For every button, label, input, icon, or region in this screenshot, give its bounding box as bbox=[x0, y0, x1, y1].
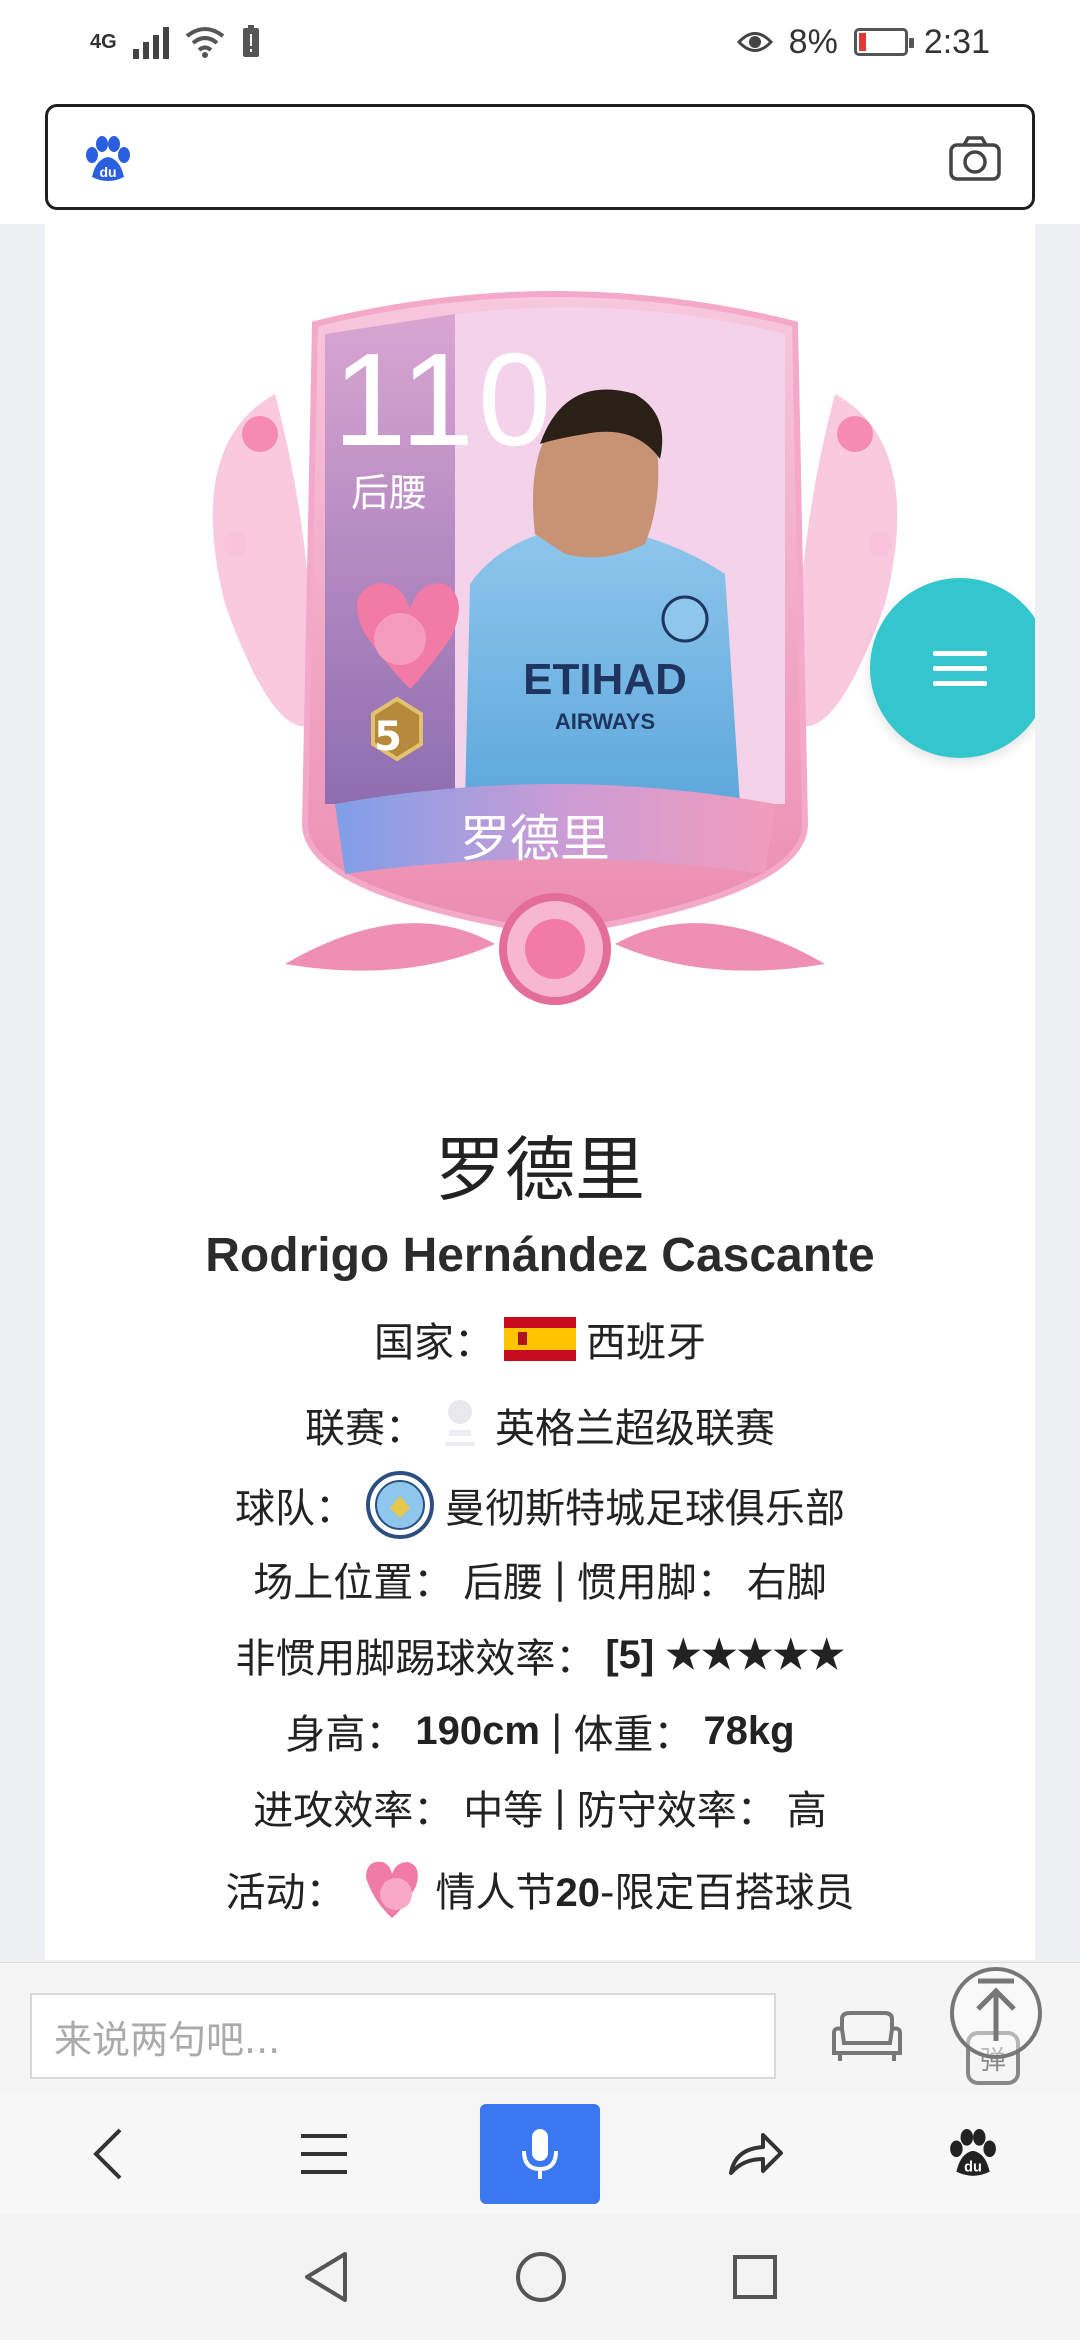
attack-label: 进攻效率： bbox=[253, 1788, 454, 1834]
position-label: 场上位置： bbox=[253, 1560, 454, 1606]
work-rate-row: 进攻效率： 中等 | 防守效率： 高 bbox=[45, 1778, 1035, 1836]
card-position: 后腰 bbox=[351, 471, 428, 515]
event-row: 活动： 情人节20-限定百搭球员 bbox=[45, 1854, 1035, 1924]
eye-icon bbox=[736, 32, 773, 52]
weight-label: 体重： bbox=[573, 1712, 694, 1758]
comment-input[interactable]: 来说两句吧... bbox=[30, 1993, 776, 2079]
camera-icon[interactable] bbox=[948, 135, 1002, 183]
svg-text:du: du bbox=[964, 2160, 982, 2176]
spain-flag-icon bbox=[504, 1317, 576, 1361]
club-badge-icon bbox=[366, 1471, 434, 1539]
comment-bar: 来说两句吧... 弹 bbox=[0, 1962, 1080, 2094]
height-value: 190cm bbox=[415, 1708, 540, 1753]
defense-value: 高 bbox=[786, 1788, 827, 1834]
player-name-en: Rodrigo Hernández Cascante bbox=[205, 1229, 875, 1282]
separator: | bbox=[549, 1708, 564, 1754]
player-detail-panel: ETIHAD AIRWAYS 110 后腰 5 罗德里 罗德里 Rodrigo … bbox=[45, 224, 1035, 1960]
position-foot-row: 场上位置： 后腰 | 惯用脚： 右脚 bbox=[45, 1550, 1035, 1608]
baidu-home-icon: du bbox=[950, 2129, 996, 2176]
signal-icon bbox=[132, 25, 169, 59]
alert-battery-icon bbox=[242, 25, 259, 57]
battery-icon bbox=[853, 28, 914, 56]
country-row: 国家： 西班牙 bbox=[45, 1310, 1035, 1368]
foot-label: 惯用脚： bbox=[576, 1560, 737, 1606]
scroll-top-icon[interactable] bbox=[948, 1965, 1080, 2105]
position-value: 后腰 bbox=[463, 1560, 544, 1606]
menu-lines-icon bbox=[301, 2134, 347, 2174]
league-label: 联赛： bbox=[305, 1406, 425, 1452]
battery-percent: 8% bbox=[788, 22, 838, 61]
share-button[interactable] bbox=[696, 2104, 816, 2204]
weak-foot-value: [5] ★★★★★ bbox=[605, 1633, 845, 1677]
event-label: 活动： bbox=[225, 1870, 346, 1916]
weak-foot-row: 非惯用脚踢球效率： [5] ★★★★★ bbox=[45, 1626, 1035, 1684]
separator: | bbox=[553, 1556, 567, 1602]
card-rating: 110 bbox=[333, 326, 556, 473]
defense-label: 防守效率： bbox=[576, 1788, 777, 1834]
player-name-cn: 罗德里 bbox=[435, 1129, 645, 1211]
back-button[interactable] bbox=[48, 2104, 168, 2204]
baidu-paw-icon[interactable]: du bbox=[82, 135, 132, 185]
status-left: 4G bbox=[90, 25, 261, 59]
voice-search-button[interactable] bbox=[480, 2104, 600, 2204]
system-nav-bar bbox=[0, 2214, 1080, 2340]
height-label: 身高： bbox=[285, 1712, 406, 1758]
card-player-name: 罗德里 bbox=[460, 810, 610, 868]
separator: | bbox=[553, 1784, 567, 1830]
height-weight-row: 身高： 190cm | 体重： 78kg bbox=[45, 1702, 1035, 1760]
search-input[interactable]: du bbox=[45, 104, 1035, 210]
sofa-icon[interactable] bbox=[830, 2007, 904, 2067]
premier-league-icon bbox=[445, 1400, 475, 1446]
svg-text:ETIHAD: ETIHAD bbox=[523, 655, 687, 704]
country-label: 国家： bbox=[374, 1320, 494, 1366]
card-level-badge: 5 bbox=[374, 714, 402, 760]
baidu-home-button[interactable]: du bbox=[912, 2104, 1032, 2204]
browser-toolbar: du bbox=[0, 2094, 1080, 2214]
team-row: 球队： 曼彻斯特城足球俱乐部 bbox=[45, 1470, 1035, 1540]
foot-value: 右脚 bbox=[746, 1560, 827, 1606]
search-header: du bbox=[0, 84, 1080, 224]
share-icon bbox=[729, 2133, 783, 2175]
back-icon bbox=[93, 2128, 122, 2180]
league-row: 联赛： 英格兰超级联赛 bbox=[45, 1390, 1035, 1460]
status-bar: 4G 8% 2:31 bbox=[0, 0, 1080, 84]
team-value: 曼彻斯特城足球俱乐部 bbox=[445, 1486, 845, 1532]
weak-foot-label: 非惯用脚踢球效率： bbox=[235, 1636, 596, 1682]
heart-ball-icon bbox=[365, 1861, 418, 1918]
country-value: 西班牙 bbox=[586, 1320, 706, 1366]
nav-home-icon[interactable] bbox=[514, 2250, 568, 2304]
floating-menu-button[interactable] bbox=[870, 578, 1035, 758]
svg-text:du: du bbox=[99, 164, 116, 180]
wifi-icon bbox=[185, 27, 224, 58]
league-value: 英格兰超级联赛 bbox=[495, 1406, 775, 1452]
mic-icon bbox=[522, 2129, 558, 2179]
attack-value: 中等 bbox=[463, 1788, 544, 1834]
status-right: 8% 2:31 bbox=[736, 22, 990, 62]
event-value: 情人节20-限定百搭球员 bbox=[435, 1870, 855, 1916]
menu-icon bbox=[933, 641, 987, 696]
svg-text:AIRWAYS: AIRWAYS bbox=[555, 709, 655, 734]
nav-recents-icon[interactable] bbox=[731, 2253, 779, 2301]
nav-back-icon[interactable] bbox=[301, 2250, 351, 2304]
clock: 2:31 bbox=[923, 22, 990, 61]
menu-button[interactable] bbox=[264, 2104, 384, 2204]
team-label: 球队： bbox=[235, 1486, 355, 1532]
weight-value: 78kg bbox=[703, 1708, 795, 1753]
network-type: 4G bbox=[90, 30, 117, 53]
